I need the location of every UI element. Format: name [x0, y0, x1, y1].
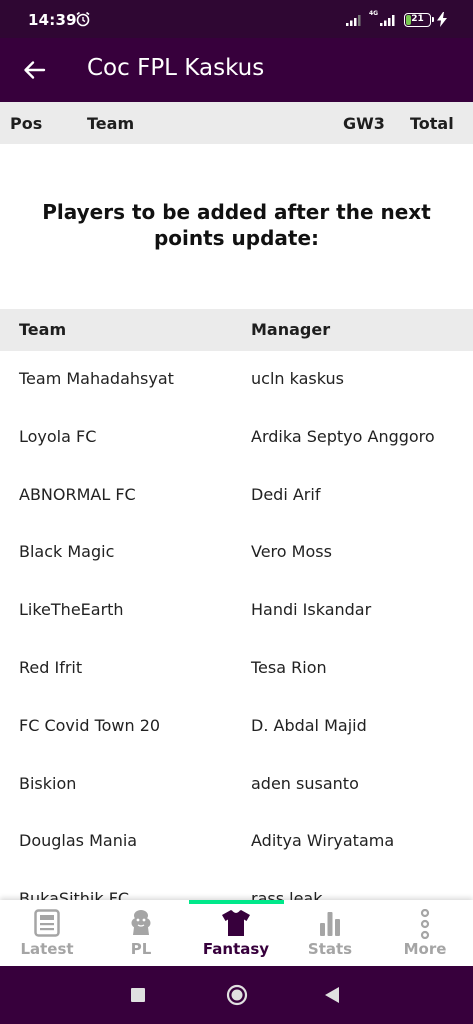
arrow-left-icon[interactable]: [20, 56, 48, 84]
recents-icon[interactable]: [131, 988, 145, 1002]
column-header-team: Team: [87, 114, 135, 133]
table-row: Loyola FC Ardika Septyo Anggoro: [0, 409, 473, 467]
status-time: 14:39: [28, 11, 77, 29]
manager-name: Handi Iskandar: [251, 600, 372, 620]
column-header-pos: Pos: [10, 114, 43, 133]
manager-name: Dedi Arif: [251, 484, 321, 504]
nav-label-more: More: [403, 940, 447, 958]
pending-header-team: Team: [19, 320, 67, 339]
manager-name: Vero Moss: [251, 542, 332, 562]
nav-stats[interactable]: Stats: [283, 900, 377, 966]
team-name: LikeTheEarth: [19, 600, 124, 620]
team-name: Loyola FC: [19, 426, 97, 446]
team-name: BukaSithik FC: [19, 889, 130, 900]
charging-bolt-icon: [437, 12, 447, 27]
pending-header-manager: Manager: [251, 320, 331, 339]
team-name: Team Mahadahsyat: [19, 369, 174, 388]
team-name: Douglas Mania: [19, 831, 138, 851]
signal-4g-icon: [380, 15, 395, 26]
pending-table: Team Mahadahsyat ucln kaskus Loyola FC A…: [0, 351, 473, 900]
team-name: FC Covid Town 20: [19, 715, 161, 735]
team-name: Red Ifrit: [19, 657, 83, 677]
manager-name: ucln kaskus: [251, 369, 344, 388]
signal-icon: [346, 15, 361, 26]
nav-label-pl: PL: [130, 940, 152, 958]
nav-label-latest: Latest: [20, 940, 74, 958]
pending-table-header: Team Manager: [0, 309, 473, 351]
network-type-label: 4G: [369, 10, 379, 17]
battery-icon: 21: [404, 13, 434, 27]
bottom-navigation: Latest PL Fantasy Stats More: [0, 900, 473, 966]
status-bar: 14:39 4G 21: [0, 0, 473, 38]
table-row: ABNORMAL FC Dedi Arif: [0, 467, 473, 525]
system-navigation-bar: [0, 966, 473, 1024]
battery-cap: [432, 17, 434, 22]
system-back-icon[interactable]: [324, 986, 340, 1004]
manager-name: rass leak: [251, 889, 323, 900]
manager-name: D. Abdal Majid: [251, 715, 367, 735]
manager-name: aden susanto: [251, 773, 359, 793]
nav-pl[interactable]: PL: [94, 900, 188, 966]
table-row: Douglas Mania Aditya Wiryatama: [0, 813, 473, 871]
table-row: BukaSithik FC rass leak: [0, 871, 473, 900]
more-vertical-icon: [420, 909, 430, 939]
nav-more[interactable]: More: [378, 900, 472, 966]
standings-header: Pos Team GW3 Total: [0, 102, 473, 144]
table-row: Team Mahadahsyat ucln kaskus: [0, 351, 473, 409]
column-header-gameweek: GW3: [343, 114, 385, 133]
alarm-icon: [76, 11, 90, 27]
table-row: Black Magic Vero Moss: [0, 524, 473, 582]
battery-level: 21: [411, 14, 424, 24]
premier-league-lion-icon: [131, 910, 151, 935]
nav-label-stats: Stats: [307, 940, 353, 958]
manager-name: Ardika Septyo Anggoro: [251, 426, 435, 446]
page-title: Coc FPL Kaskus: [87, 55, 265, 81]
team-name: ABNORMAL FC: [19, 484, 136, 504]
table-row: LikeTheEarth Handi Iskandar: [0, 582, 473, 640]
home-icon[interactable]: [226, 984, 248, 1006]
nav-fantasy[interactable]: Fantasy: [189, 900, 283, 966]
manager-name: Aditya Wiryatama: [251, 831, 395, 851]
team-name: Biskion: [19, 773, 77, 793]
news-icon: [34, 909, 60, 937]
column-header-total: Total: [410, 114, 454, 133]
table-row: Red Ifrit Tesa Rion: [0, 640, 473, 698]
table-row: FC Covid Town 20 D. Abdal Majid: [0, 698, 473, 756]
nav-label-fantasy: Fantasy: [202, 940, 270, 958]
app-bar: Coc FPL Kaskus: [0, 38, 473, 102]
nav-latest[interactable]: Latest: [0, 900, 94, 966]
pending-players-notice: Players to be added after the next point…: [42, 200, 431, 250]
table-row: Biskion aden susanto: [0, 756, 473, 814]
bar-chart-icon: [320, 912, 340, 936]
manager-name: Tesa Rion: [251, 657, 327, 677]
jersey-icon: [222, 910, 250, 936]
team-name: Black Magic: [19, 542, 115, 562]
